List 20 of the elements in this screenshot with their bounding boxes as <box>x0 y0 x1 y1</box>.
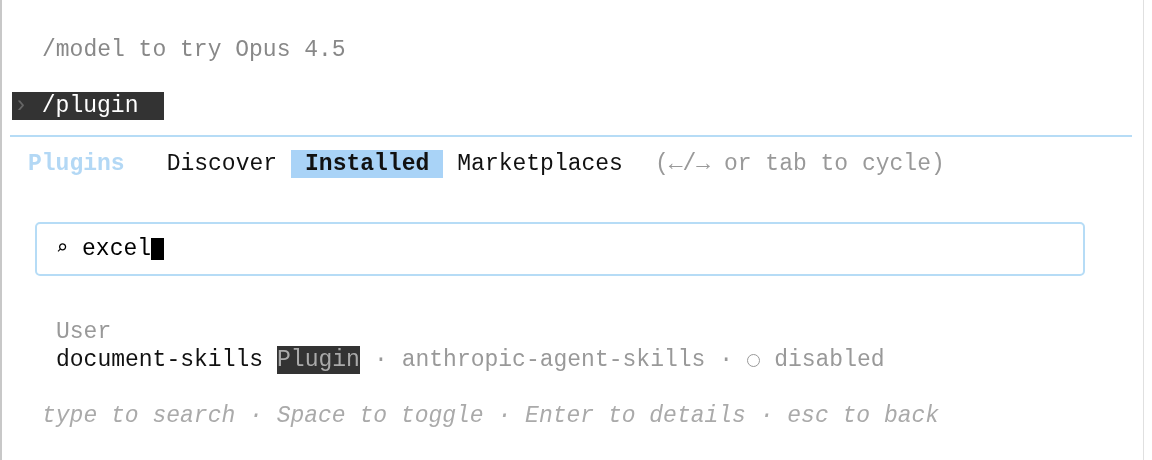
tab[interactable]: Discover <box>152 150 292 178</box>
tip-text: /model to try Opus 4.5 <box>41 36 347 64</box>
search-value: excel <box>82 235 152 263</box>
section-title: User <box>56 318 113 346</box>
plugin-source: anthropic-agent-skills <box>401 346 706 374</box>
search-field[interactable]: ⌕ excel <box>35 222 1085 276</box>
plugin-badge: Plugin <box>277 346 360 374</box>
separator: · <box>373 346 388 374</box>
separator: · <box>719 346 734 374</box>
plugin-status: disabled <box>774 346 885 374</box>
tab[interactable]: Marketplaces <box>443 150 637 178</box>
tabs-title: Plugins <box>28 150 125 178</box>
tab[interactable]: Installed <box>291 150 444 178</box>
key-hints: type to search · Space to toggle · Enter to details · esc to back <box>41 402 941 430</box>
tabs-hint: (←/→ or tab to cycle) <box>654 150 945 178</box>
search-icon: ⌕ <box>56 235 69 263</box>
text-cursor <box>151 238 165 260</box>
prompt-marker: › <box>13 92 29 120</box>
prompt-command: /plugin <box>41 92 139 120</box>
plugin-name[interactable]: document-skills <box>56 346 264 374</box>
